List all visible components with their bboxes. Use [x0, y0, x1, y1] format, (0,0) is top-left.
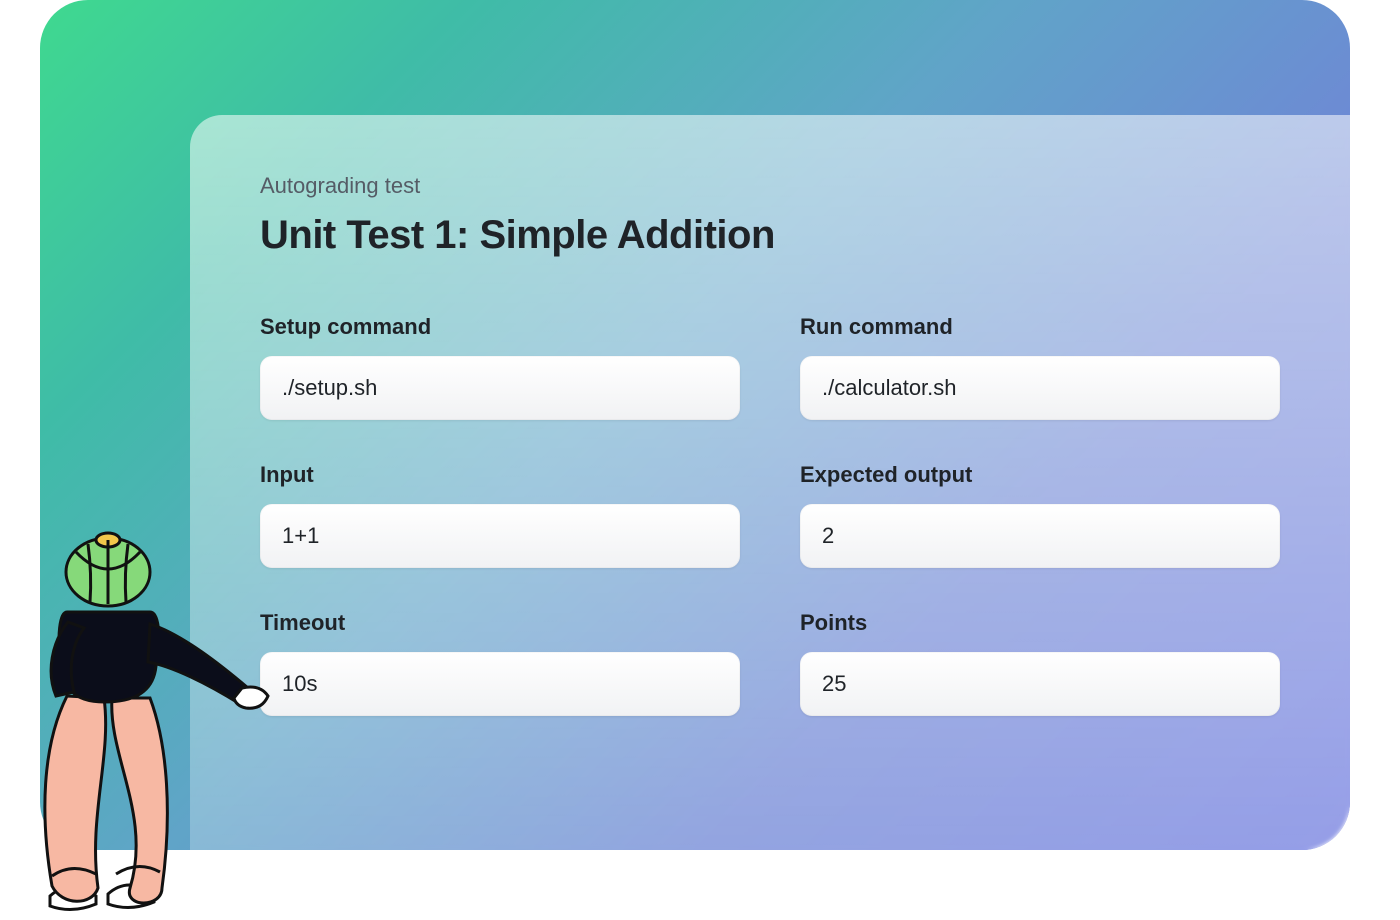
field-points: Points [800, 610, 1280, 716]
input-setup-command[interactable] [260, 356, 740, 420]
label-run-command: Run command [800, 314, 1280, 340]
field-expected-output: Expected output [800, 462, 1280, 568]
panel-title: Unit Test 1: Simple Addition [260, 213, 1280, 258]
field-setup-command: Setup command [260, 314, 740, 420]
input-input[interactable] [260, 504, 740, 568]
input-run-command[interactable] [800, 356, 1280, 420]
label-input: Input [260, 462, 740, 488]
input-points[interactable] [800, 652, 1280, 716]
input-expected-output[interactable] [800, 504, 1280, 568]
form-panel: Autograding test Unit Test 1: Simple Add… [190, 115, 1350, 850]
gradient-card: Autograding test Unit Test 1: Simple Add… [40, 0, 1350, 850]
field-run-command: Run command [800, 314, 1280, 420]
field-timeout: Timeout [260, 610, 740, 716]
label-timeout: Timeout [260, 610, 740, 636]
label-setup-command: Setup command [260, 314, 740, 340]
input-timeout[interactable] [260, 652, 740, 716]
form-grid: Setup command Run command Input Expected… [260, 314, 1280, 716]
panel-eyebrow: Autograding test [260, 173, 1280, 199]
label-points: Points [800, 610, 1280, 636]
field-input: Input [260, 462, 740, 568]
label-expected-output: Expected output [800, 462, 1280, 488]
